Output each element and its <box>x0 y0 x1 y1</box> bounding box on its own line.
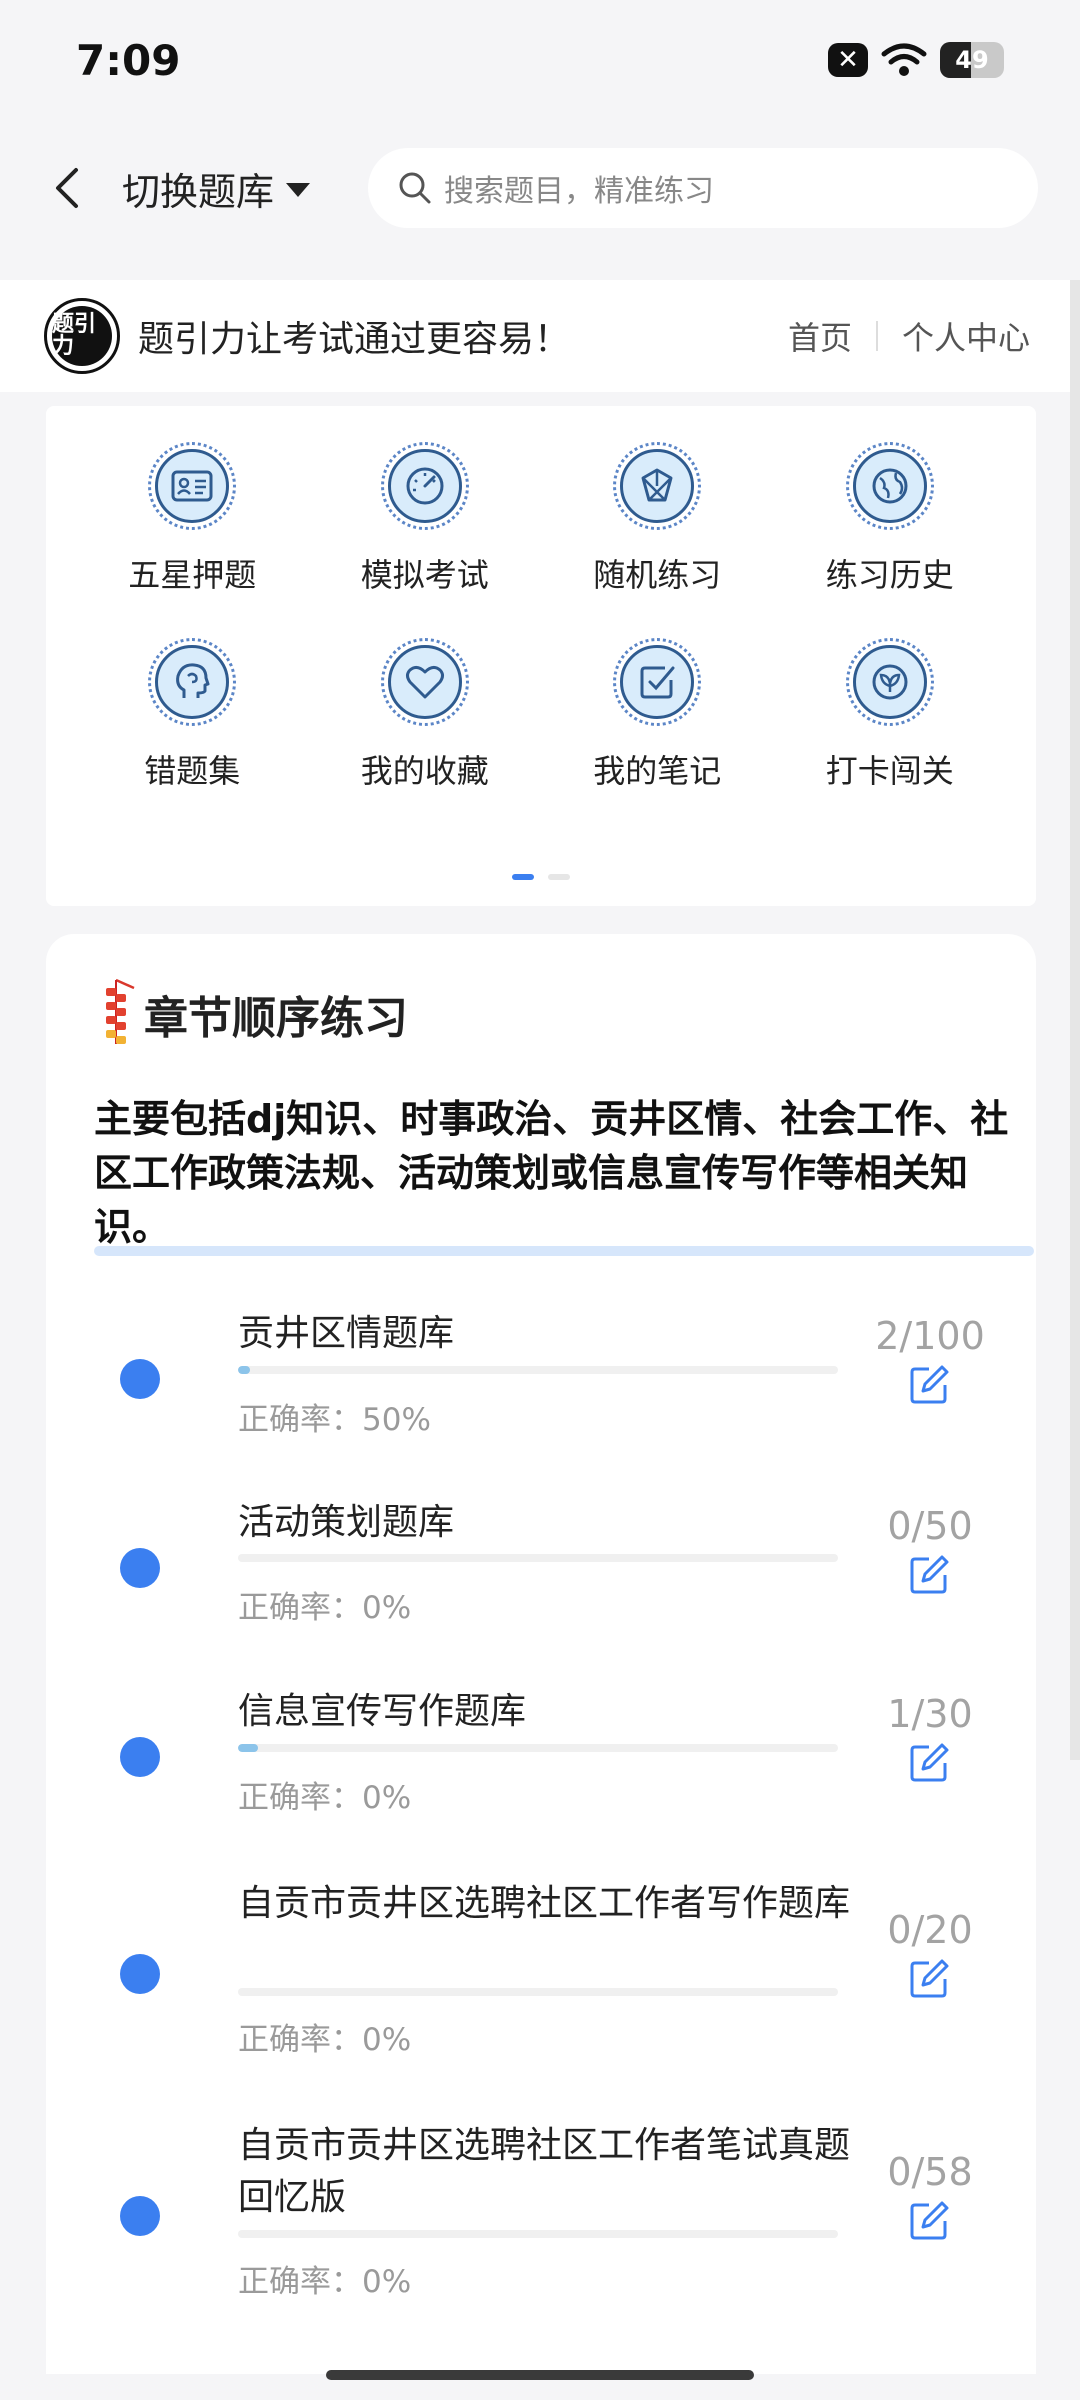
grid-item-notes[interactable]: 我的笔记 <box>541 638 774 792</box>
status-bar: 7:09 ✕ 49 <box>0 0 1080 120</box>
status-time: 7:09 <box>76 36 181 85</box>
bank-name: 贡井区情题库 <box>238 1313 455 1354</box>
shuffle-icon <box>620 449 695 523</box>
nav-profile-link[interactable]: 个人中心 <box>902 313 1030 359</box>
progress-count: 0/58 <box>887 2150 973 2194</box>
list-item[interactable]: 贡井区情题库 正确率：50% 2/100 <box>46 1313 1036 1504</box>
accuracy-text: 正确率：0% <box>238 1590 412 1626</box>
chapter-description: 主要包括dj知识、时事政治、贡井区情、社会工作、社区工作政策法规、活动策划或信息… <box>94 1097 1009 1249</box>
chapter-title: 章节顺序练习 <box>144 993 408 1044</box>
grid-item-history[interactable]: 练习历史 <box>774 442 1007 596</box>
accuracy-text: 正确率：0% <box>238 1780 412 1816</box>
edit-icon[interactable] <box>904 1738 954 1788</box>
bullet-dot <box>120 1359 160 1399</box>
edit-icon[interactable] <box>904 1954 954 2004</box>
accuracy-text: 正确率：50% <box>238 1402 431 1438</box>
heart-icon <box>387 645 462 719</box>
grid-label: 练习历史 <box>825 556 954 594</box>
edit-icon[interactable] <box>904 1360 954 1410</box>
search-icon <box>399 172 431 204</box>
page-dot-active[interactable] <box>512 874 534 880</box>
bank-name: 活动策划题库 <box>238 1502 455 1543</box>
progress-count: 2/100 <box>875 1314 985 1358</box>
chapter-header: 章节顺序练习 <box>94 974 408 1054</box>
logo-mark: 题引力 <box>52 306 112 366</box>
chapter-practice-card: 章节顺序练习 主要包括dj知识、时事政治、贡井区情、社会工作、社区工作政策法规、… <box>46 934 1036 2374</box>
grid-label: 我的笔记 <box>593 752 722 790</box>
battery-icon: 49 <box>940 42 1004 78</box>
question-bank-list: 贡井区情题库 正确率：50% 2/100 活动策划题库 正确率：0% 0/50 … <box>46 1313 1036 2316</box>
search-input[interactable]: 搜索题目，精准练习 <box>368 148 1038 228</box>
list-item[interactable]: 自贡市贡井区选聘社区工作者笔试真题回忆版 正确率：0% 0/58 <box>46 2125 1036 2316</box>
brand-banner: 题引力 题引力让考试通过更容易！ 首页 个人中心 <box>0 280 1070 392</box>
brand-slogan: 题引力让考试通过更容易！ <box>138 319 571 360</box>
accuracy-text: 正确率：0% <box>238 2264 412 2300</box>
feature-grid: 五星押题 模拟考试 随机练习 练习历史 错题集 我的收藏 我的笔记 打卡闯关 <box>76 442 1006 792</box>
grid-label: 随机练习 <box>593 556 722 594</box>
edit-icon[interactable] <box>904 2196 954 2246</box>
description-highlight <box>94 1246 1034 1256</box>
chevron-left-icon <box>56 168 78 208</box>
progress-bar <box>238 1988 838 1996</box>
switch-bank-label: 切换题库 <box>122 169 275 214</box>
grid-item-five-star[interactable]: 五星押题 <box>76 442 309 596</box>
progress-bar <box>238 1744 838 1752</box>
progress-bar <box>238 2230 838 2238</box>
id-card-icon <box>155 449 230 523</box>
list-item[interactable]: 活动策划题库 正确率：0% 0/50 <box>46 1502 1036 1694</box>
notification-x-icon: ✕ <box>828 43 868 77</box>
progress-bar <box>238 1366 838 1374</box>
scrollbar[interactable] <box>1070 280 1080 1760</box>
search-placeholder: 搜索题目，精准练习 <box>444 174 714 209</box>
globe-icon <box>852 449 927 523</box>
head-icon <box>155 645 230 719</box>
edit-icon[interactable] <box>904 1550 954 1600</box>
progress-count: 0/20 <box>887 1908 973 1952</box>
note-check-icon <box>620 645 695 719</box>
speedometer-icon <box>387 449 462 523</box>
firecracker-icon <box>106 978 135 1044</box>
bullet-dot <box>120 2196 160 2236</box>
back-button[interactable] <box>42 158 92 218</box>
home-indicator[interactable] <box>326 2370 754 2380</box>
banner-nav: 首页 个人中心 <box>788 280 1030 392</box>
switch-bank-dropdown[interactable]: 切换题库 <box>122 158 311 218</box>
bank-name: 自贡市贡井区选聘社区工作者笔试真题回忆版 <box>238 2125 851 2218</box>
grid-label: 模拟考试 <box>360 556 489 594</box>
nav-home-link[interactable]: 首页 <box>788 313 852 359</box>
grid-item-check-in[interactable]: 打卡闯关 <box>774 638 1007 792</box>
progress-count: 1/30 <box>887 1692 973 1736</box>
bank-name: 信息宣传写作题库 <box>238 1691 527 1732</box>
battery-level: 49 <box>955 46 989 74</box>
caret-down-icon <box>286 183 311 197</box>
grid-item-mock-exam[interactable]: 模拟考试 <box>309 442 542 596</box>
list-item[interactable]: 自贡市贡井区选聘社区工作者写作题库 正确率：0% 0/20 <box>46 1883 1036 2126</box>
page-indicator <box>46 874 1036 880</box>
page-dot[interactable] <box>548 874 570 880</box>
top-header: 切换题库 搜索题目，精准练习 <box>0 120 1080 250</box>
grid-item-wrong-questions[interactable]: 错题集 <box>76 638 309 792</box>
grid-item-favorites[interactable]: 我的收藏 <box>309 638 542 792</box>
nav-divider <box>875 321 878 351</box>
bank-name: 自贡市贡井区选聘社区工作者写作题库 <box>238 1883 851 1924</box>
leaf-badge-icon <box>852 645 927 719</box>
feature-grid-card: 五星押题 模拟考试 随机练习 练习历史 错题集 我的收藏 我的笔记 打卡闯关 <box>46 406 1036 906</box>
progress-bar <box>238 1554 838 1562</box>
grid-label: 五星押题 <box>128 556 257 594</box>
accuracy-text: 正确率：0% <box>238 2022 412 2058</box>
grid-item-random-practice[interactable]: 随机练习 <box>541 442 774 596</box>
bullet-dot <box>120 1737 160 1777</box>
bullet-dot <box>120 1954 160 1994</box>
wifi-icon <box>881 43 927 76</box>
progress-count: 0/50 <box>887 1504 973 1548</box>
status-icons: ✕ 49 <box>828 42 1004 78</box>
grid-label: 错题集 <box>144 752 241 790</box>
grid-label: 打卡闯关 <box>825 752 954 790</box>
grid-label: 我的收藏 <box>360 752 489 790</box>
brand-logo: 题引力 <box>44 298 120 374</box>
bullet-dot <box>120 1548 160 1588</box>
list-item[interactable]: 信息宣传写作题库 正确率：0% 1/30 <box>46 1691 1036 1884</box>
